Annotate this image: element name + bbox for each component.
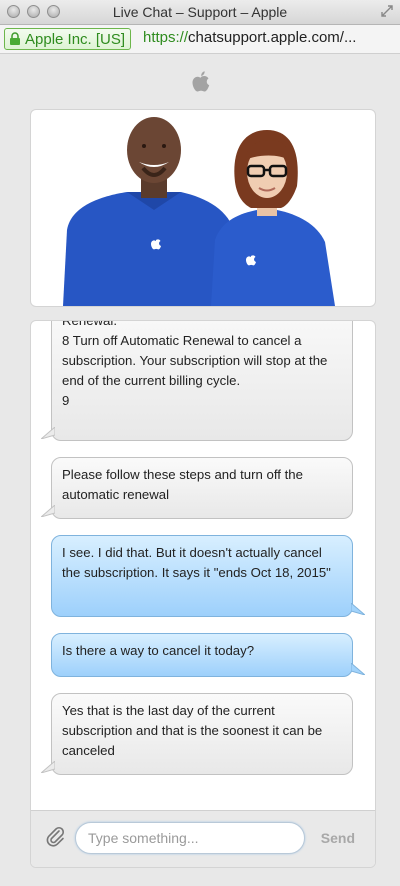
bubble-tail bbox=[41, 761, 55, 773]
bubble-tail bbox=[41, 505, 55, 517]
bubble-tail bbox=[351, 603, 365, 615]
bubble-tail bbox=[41, 427, 55, 439]
apple-logo-icon bbox=[192, 71, 210, 92]
chat-transcript[interactable]: Renewal. 8 Turn off Automatic Renewal to… bbox=[30, 320, 376, 868]
user-message: I see. I did that. But it doesn't actual… bbox=[51, 535, 353, 617]
url-host: chatsupport.apple.com/... bbox=[188, 29, 357, 46]
paperclip-icon[interactable] bbox=[45, 825, 65, 847]
staff-illustration bbox=[63, 117, 335, 306]
window-titlebar: Live Chat – Support – Apple bbox=[0, 0, 400, 25]
agent-message: Renewal. 8 Turn off Automatic Renewal to… bbox=[51, 321, 353, 441]
support-staff-photo bbox=[30, 109, 376, 307]
agent-message: Please follow these steps and turn off t… bbox=[51, 457, 353, 519]
ev-certificate-badge[interactable]: Apple Inc. [US] bbox=[4, 28, 132, 50]
agent-message: Yes that is the last day of the current … bbox=[51, 693, 353, 775]
bubble-tail bbox=[351, 663, 365, 675]
address-bar[interactable]: Apple Inc. [US] https://chatsupport.appl… bbox=[0, 25, 400, 54]
message-input[interactable] bbox=[75, 822, 305, 854]
url-text[interactable]: https://chatsupport.apple.com/... bbox=[143, 29, 395, 46]
send-button[interactable]: Send bbox=[321, 830, 355, 846]
window-title: Live Chat – Support – Apple bbox=[112, 4, 288, 20]
message-composer: Send bbox=[31, 810, 375, 867]
user-message: Is there a way to cancel it today? bbox=[51, 633, 353, 677]
ev-label: Apple Inc. [US] bbox=[25, 30, 126, 48]
resize-icon[interactable] bbox=[380, 4, 394, 18]
lock-icon bbox=[10, 32, 20, 45]
url-scheme: https:// bbox=[143, 29, 189, 46]
